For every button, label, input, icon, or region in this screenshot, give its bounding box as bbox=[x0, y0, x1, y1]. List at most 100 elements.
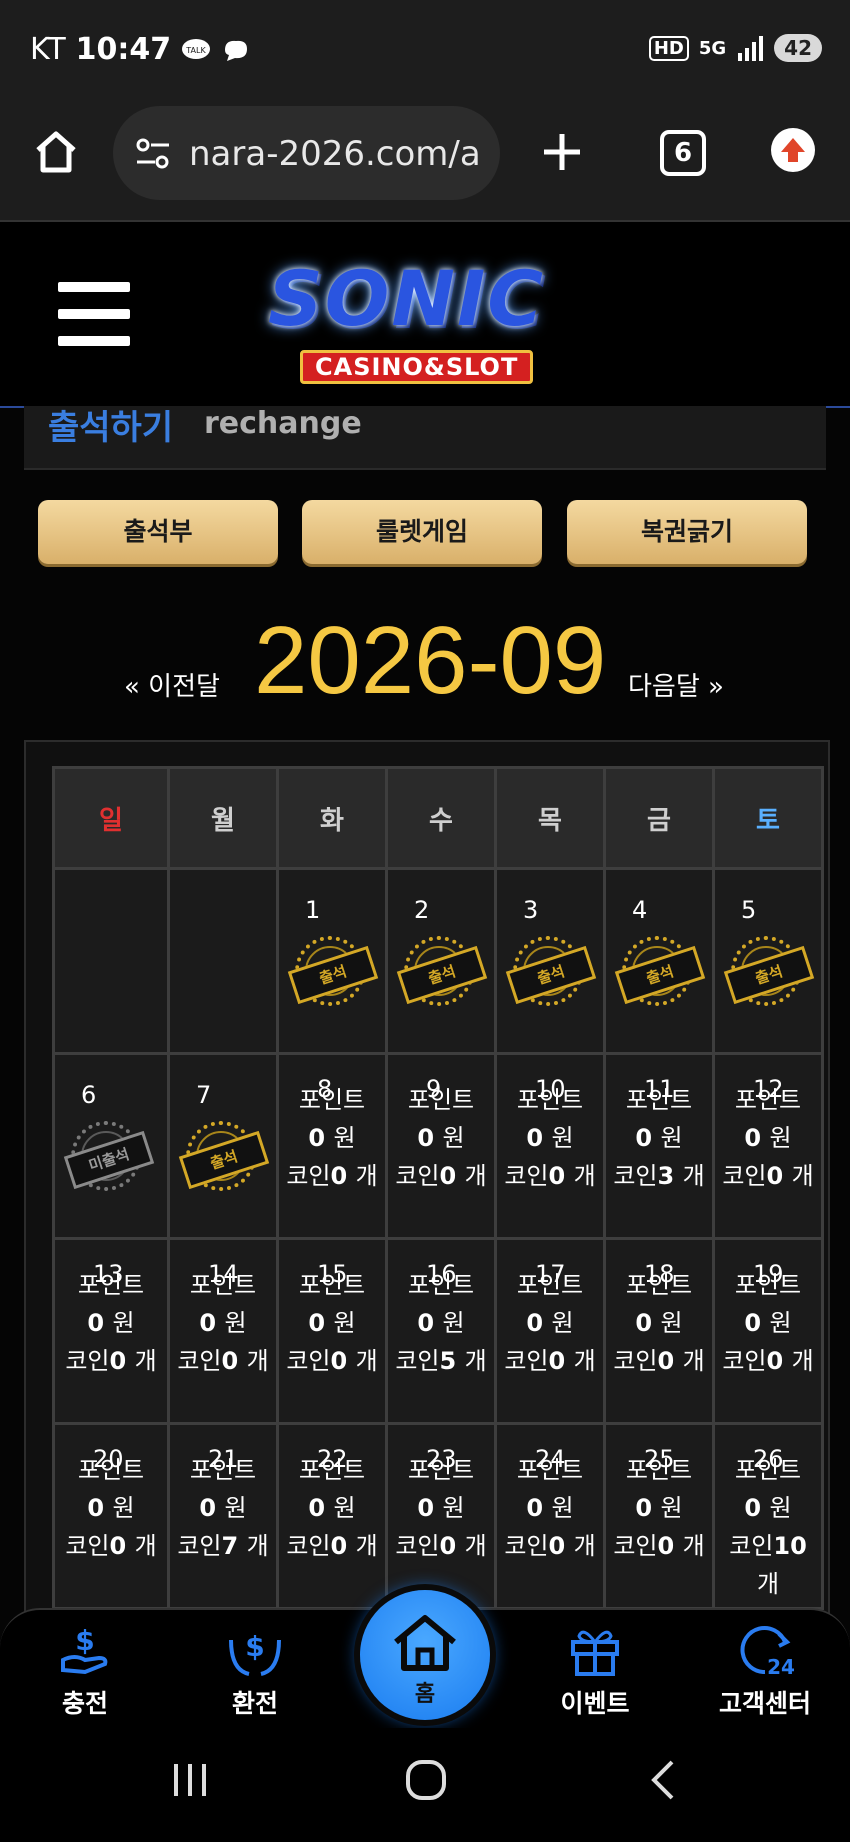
new-tab-icon[interactable] bbox=[540, 130, 584, 174]
weekday-header-row: 일 월 화 수 목 금 토 bbox=[52, 766, 824, 870]
scratch-lottery-button[interactable]: 복권긁기 bbox=[567, 500, 807, 564]
calendar-week-row: 13 포인트 0 원 코인0 개 14 포인트 0 원 코인0 개 15 포인트 0 원 코인0 개1… bbox=[52, 1237, 824, 1425]
next-month-link[interactable]: 다음달 » bbox=[628, 666, 724, 703]
coin-value: 10 bbox=[773, 1532, 807, 1560]
calendar-day-cell: 10 포인트 0 원 코인0 개 bbox=[494, 1052, 606, 1240]
nav-home-label: 홈 bbox=[414, 1682, 436, 1707]
stamp-label: 출석 bbox=[614, 945, 706, 1005]
weekday-thu: 목 bbox=[494, 766, 606, 870]
site-settings-icon[interactable] bbox=[133, 134, 173, 174]
coin-value: 0 bbox=[109, 1347, 127, 1375]
coin-label: 코인 bbox=[395, 1162, 440, 1190]
coin-value: 0 bbox=[109, 1532, 127, 1560]
point-value: 0 bbox=[526, 1494, 544, 1522]
calendar-day-cell: 15 포인트 0 원 코인0 개 bbox=[276, 1237, 388, 1425]
point-value: 0 bbox=[744, 1494, 762, 1522]
point-value: 0 bbox=[199, 1309, 217, 1337]
calendar-day-cell: 11 포인트 0 원 코인3 개 bbox=[603, 1052, 715, 1240]
stamp-label: 출석 bbox=[396, 945, 488, 1005]
address-bar[interactable]: nara-2026.com/a bbox=[113, 106, 500, 200]
count-unit: 개 bbox=[464, 1347, 487, 1375]
prev-month-link[interactable]: « 이전달 bbox=[124, 666, 220, 703]
calendar-day-cell: 24 포인트 0 원 코인0 개 bbox=[494, 1422, 606, 1610]
section-title: 출석하기 bbox=[48, 408, 174, 448]
day-reward-info: 포인트 0 원 코인5 개 bbox=[388, 1266, 494, 1380]
nav-support-label: 고객센터 bbox=[718, 1689, 811, 1718]
coin-label: 코인 bbox=[286, 1347, 331, 1375]
calendar-day-cell: 18 포인트 0 원 코인0 개 bbox=[603, 1237, 715, 1425]
point-value: 0 bbox=[635, 1494, 653, 1522]
calendar-day-cell: 8 포인트 0 원 코인0 개 bbox=[276, 1052, 388, 1240]
count-unit: 개 bbox=[791, 1347, 814, 1375]
point-label: 포인트 bbox=[407, 1086, 475, 1114]
update-icon[interactable] bbox=[771, 128, 815, 172]
nav-home-button[interactable]: 홈 bbox=[360, 1590, 490, 1720]
calendar-day-cell: 1 출석 bbox=[276, 867, 388, 1055]
point-value: 0 bbox=[87, 1309, 105, 1337]
day-reward-info: 포인트 0 원 코인0 개 bbox=[715, 1081, 821, 1195]
count-unit: 개 bbox=[134, 1532, 157, 1560]
point-value: 0 bbox=[417, 1309, 435, 1337]
count-unit: 개 bbox=[682, 1532, 705, 1560]
attendance-book-button[interactable]: 출석부 bbox=[38, 500, 278, 564]
coin-label: 코인 bbox=[504, 1162, 549, 1190]
tab-switcher-button[interactable]: 6 bbox=[660, 130, 706, 176]
won-unit: 원 bbox=[333, 1494, 356, 1522]
calendar-day-cell: 5 출석 bbox=[712, 867, 824, 1055]
system-home-icon[interactable] bbox=[404, 1758, 448, 1802]
home-browser-icon[interactable] bbox=[32, 128, 80, 176]
calendar-day-cell: 6 미출석 bbox=[52, 1052, 170, 1240]
point-value: 0 bbox=[635, 1124, 653, 1152]
day-number: 5 bbox=[741, 896, 757, 924]
day-number: 4 bbox=[632, 896, 648, 924]
calendar-day-cell: 16 포인트 0 원 코인5 개 bbox=[385, 1237, 497, 1425]
calendar-empty-cell bbox=[167, 867, 279, 1055]
point-value: 0 bbox=[199, 1494, 217, 1522]
won-unit: 원 bbox=[660, 1309, 683, 1337]
day-number: 3 bbox=[523, 896, 539, 924]
day-reward-info: 포인트 0 원 코인0 개 bbox=[55, 1451, 167, 1565]
network-type-icon: 5G bbox=[698, 37, 727, 59]
site-logo[interactable]: SONIC CASINO&SLOT bbox=[258, 252, 598, 384]
attendance-stamp-icon: 출석 bbox=[287, 936, 379, 1006]
coin-label: 코인 bbox=[613, 1162, 658, 1190]
day-reward-info: 포인트 0 원 코인0 개 bbox=[279, 1081, 385, 1195]
calendar-day-cell: 21 포인트 0 원 코인7 개 bbox=[167, 1422, 279, 1610]
coin-value: 0 bbox=[439, 1532, 457, 1560]
weekday-sat: 토 bbox=[712, 766, 824, 870]
nav-support[interactable]: 24 고객센터 bbox=[700, 1610, 830, 1730]
nav-charge[interactable]: $ 충전 bbox=[20, 1610, 150, 1730]
day-reward-info: 포인트 0 원 코인7 개 bbox=[170, 1451, 276, 1565]
weekday-tue: 화 bbox=[276, 766, 388, 870]
point-label: 포인트 bbox=[734, 1086, 802, 1114]
svg-text:24: 24 bbox=[767, 1655, 795, 1679]
count-unit: 개 bbox=[791, 1162, 814, 1190]
arrow-up-icon bbox=[781, 138, 805, 162]
gift-icon bbox=[571, 1630, 619, 1676]
point-label: 포인트 bbox=[625, 1456, 693, 1484]
calendar-day-cell: 2 출석 bbox=[385, 867, 497, 1055]
back-icon[interactable] bbox=[648, 1758, 678, 1802]
roulette-game-button[interactable]: 룰렛게임 bbox=[302, 500, 542, 564]
won-unit: 원 bbox=[660, 1494, 683, 1522]
svg-text:$: $ bbox=[75, 1624, 94, 1657]
count-unit: 개 bbox=[355, 1162, 378, 1190]
coin-value: 0 bbox=[657, 1347, 675, 1375]
point-label: 포인트 bbox=[516, 1086, 584, 1114]
day-reward-info: 포인트 0 원 코인0 개 bbox=[715, 1266, 821, 1380]
point-label: 포인트 bbox=[734, 1456, 802, 1484]
recent-apps-icon[interactable] bbox=[170, 1760, 210, 1800]
talk-notification-icon: TALK bbox=[182, 38, 211, 59]
coin-label: 코인 bbox=[177, 1532, 222, 1560]
nav-exchange[interactable]: $ 환전 bbox=[190, 1610, 320, 1730]
hamburger-menu-icon[interactable] bbox=[58, 282, 130, 346]
day-reward-info: 포인트 0 원 코인0 개 bbox=[606, 1266, 712, 1380]
calendar-day-cell: 13 포인트 0 원 코인0 개 bbox=[52, 1237, 170, 1425]
attendance-stamp-icon: 출석 bbox=[396, 936, 488, 1006]
point-label: 포인트 bbox=[298, 1271, 366, 1299]
won-unit: 원 bbox=[224, 1494, 247, 1522]
point-value: 0 bbox=[744, 1124, 762, 1152]
coin-label: 코인 bbox=[613, 1347, 658, 1375]
day-reward-info: 포인트 0 원 코인0 개 bbox=[606, 1451, 712, 1565]
nav-event[interactable]: 이벤트 bbox=[530, 1610, 660, 1730]
